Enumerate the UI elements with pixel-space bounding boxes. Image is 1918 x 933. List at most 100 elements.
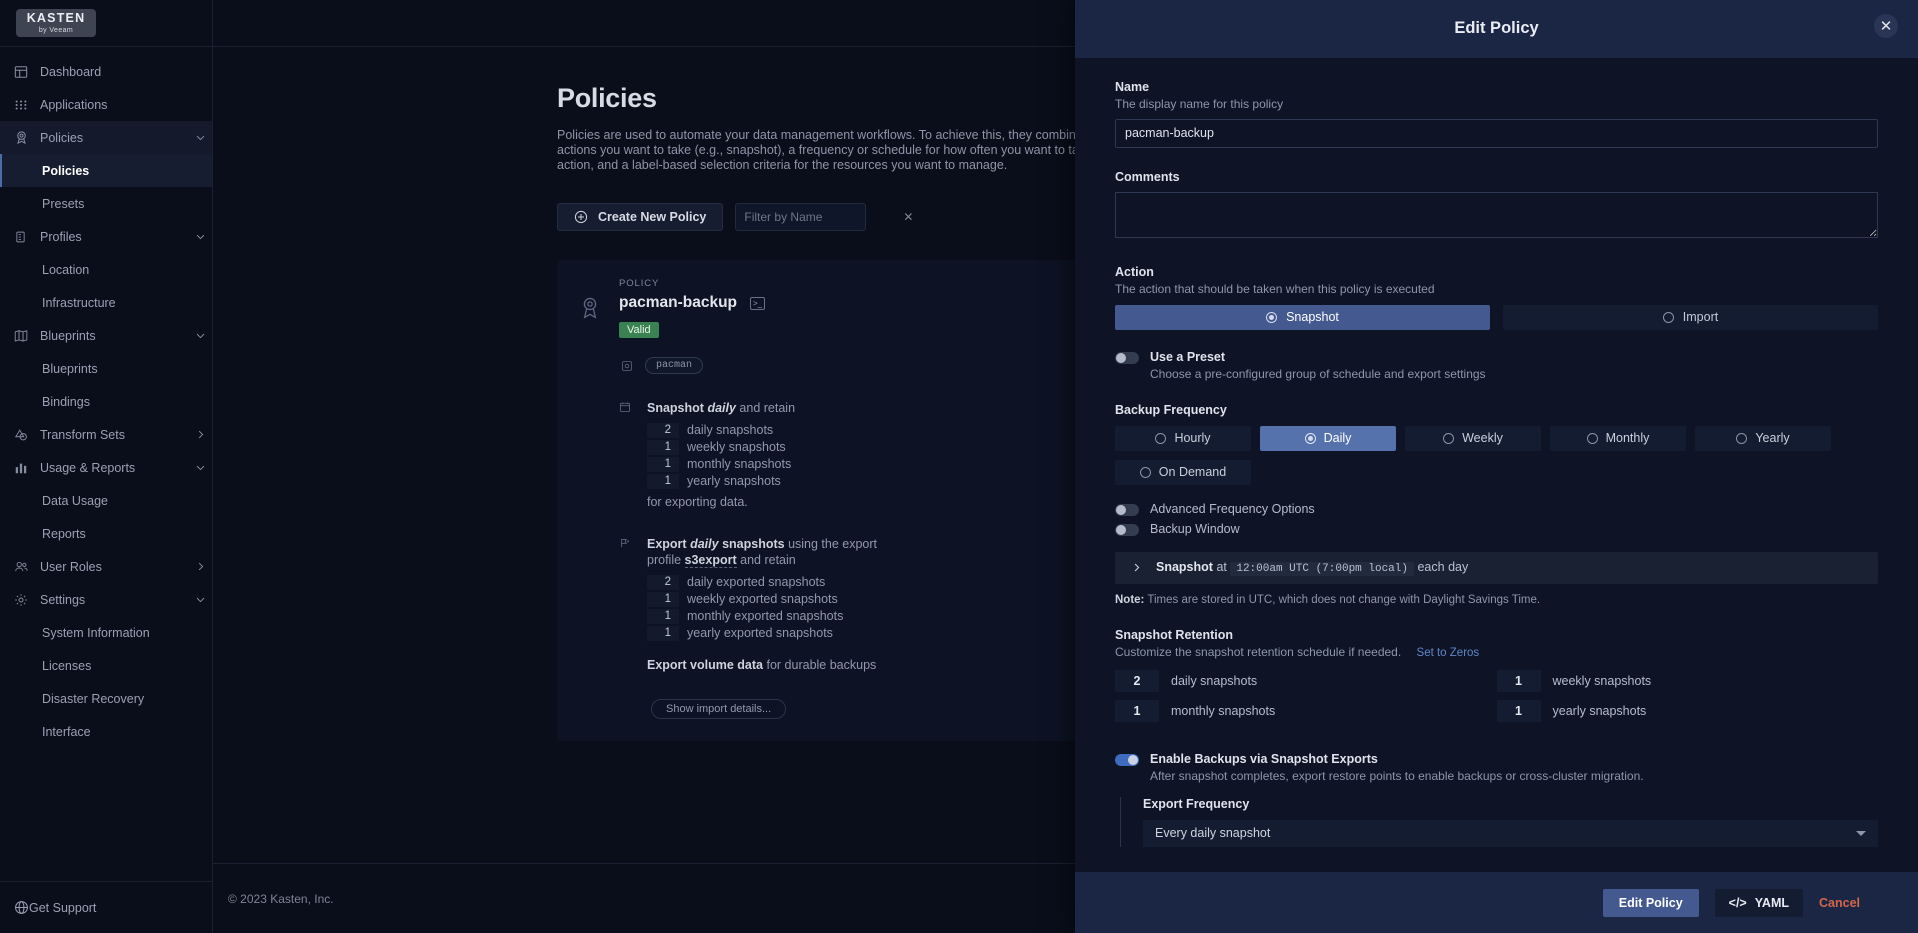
sidebar-item-label: Profiles bbox=[40, 229, 82, 244]
sidebar-item-interface[interactable]: Interface bbox=[0, 715, 212, 748]
get-support-button[interactable]: Get Support bbox=[0, 881, 212, 933]
frequency-option-label: Weekly bbox=[1462, 431, 1503, 446]
sidebar-item-infrastructure[interactable]: Infrastructure bbox=[0, 286, 212, 319]
sidebar-item-user-roles[interactable]: User Roles bbox=[0, 550, 212, 583]
sidebar-item-system-information[interactable]: System Information bbox=[0, 616, 212, 649]
sidebar-item-blueprints-group[interactable]: Blueprints bbox=[0, 319, 212, 352]
export-frequency-select[interactable]: Every daily snapshot bbox=[1143, 819, 1878, 847]
edit-policy-button[interactable]: Edit Policy bbox=[1602, 888, 1699, 917]
advanced-frequency-label: Advanced Frequency Options bbox=[1150, 501, 1315, 516]
snapshot-lead-italic: daily bbox=[707, 401, 736, 415]
retention-input-yearly[interactable] bbox=[1496, 699, 1541, 722]
retain-label: daily snapshots bbox=[687, 423, 774, 437]
radio-icon bbox=[1304, 432, 1316, 444]
retain-label: yearly snapshots bbox=[687, 474, 781, 488]
comments-textarea[interactable] bbox=[1115, 191, 1878, 238]
clear-filter-icon[interactable]: ✕ bbox=[903, 210, 913, 224]
use-preset-label: Use a Preset bbox=[1150, 349, 1226, 364]
name-label: Name bbox=[1115, 79, 1150, 94]
sidebar-item-disaster-recovery[interactable]: Disaster Recovery bbox=[0, 682, 212, 715]
retention-input-daily[interactable] bbox=[1115, 669, 1159, 692]
use-preset-toggle[interactable] bbox=[1115, 351, 1139, 364]
sidebar-item-profiles-group[interactable]: Profiles bbox=[0, 220, 212, 253]
export-lead-bold: Export bbox=[647, 537, 687, 551]
frequency-option-daily[interactable]: Daily bbox=[1260, 425, 1396, 451]
advanced-frequency-toggle[interactable] bbox=[1115, 503, 1139, 516]
sidebar-item-bindings[interactable]: Bindings bbox=[0, 385, 212, 418]
sidebar-item-transform-sets[interactable]: Transform Sets bbox=[0, 418, 212, 451]
backup-window-toggle[interactable] bbox=[1115, 523, 1139, 536]
logo-secondary-text: by Veeam bbox=[38, 26, 74, 34]
sidebar-item-settings-group[interactable]: Settings bbox=[0, 583, 212, 616]
snapshot-lead-tail: and retain bbox=[739, 401, 796, 415]
frequency-option-hourly[interactable]: Hourly bbox=[1115, 425, 1251, 451]
retention-input-weekly[interactable] bbox=[1496, 669, 1541, 692]
list-item: 1 weekly exported snapshots bbox=[647, 591, 897, 607]
logo-primary-text: KASTEN bbox=[26, 11, 86, 26]
sidebar-item-data-usage[interactable]: Data Usage bbox=[0, 484, 212, 517]
sidebar-item-policies-group[interactable]: Policies bbox=[0, 121, 212, 154]
create-new-policy-button[interactable]: Create New Policy bbox=[557, 203, 724, 231]
cancel-button[interactable]: Cancel bbox=[1819, 896, 1860, 910]
export-lead-bold2: snapshots bbox=[722, 537, 785, 551]
schedule-time: 12:00am UTC (7:00pm local) bbox=[1230, 562, 1414, 577]
page-description: Policies are used to automate your data … bbox=[557, 128, 1117, 172]
sidebar-item-blueprints[interactable]: Blueprints bbox=[0, 352, 212, 385]
filter-input[interactable] bbox=[744, 210, 900, 224]
advanced-frequency-row: Advanced Frequency Options bbox=[1115, 502, 1878, 516]
terminal-icon[interactable]: >_ bbox=[750, 296, 766, 310]
yaml-button[interactable]: </> YAML bbox=[1714, 888, 1803, 917]
frequency-option-monthly[interactable]: Monthly bbox=[1550, 425, 1686, 451]
kasten-logo[interactable]: KASTEN by Veeam bbox=[16, 9, 96, 37]
list-item: 1 yearly snapshots bbox=[647, 473, 795, 489]
enable-exports-row: Enable Backups via Snapshot Exports Afte… bbox=[1115, 752, 1878, 783]
export-frequency-label: Export Frequency bbox=[1143, 796, 1250, 811]
drawer-footer: Edit Policy </> YAML Cancel bbox=[1075, 872, 1918, 933]
action-option-import[interactable]: Import bbox=[1503, 304, 1878, 330]
action-option-label: Import bbox=[1682, 310, 1719, 325]
timezone-note: Note: Times are stored in UTC, which doe… bbox=[1115, 594, 1878, 606]
close-icon[interactable]: ✕ bbox=[1874, 14, 1898, 38]
sidebar-item-dashboard[interactable]: Dashboard bbox=[0, 55, 212, 88]
policy-name-input[interactable] bbox=[1115, 118, 1878, 148]
policy-card[interactable]: POLICY pacman-backup >_ Valid pacman Sna… bbox=[557, 260, 1155, 741]
comments-field-group: Comments bbox=[1115, 170, 1878, 243]
frequency-option-on-demand[interactable]: On Demand bbox=[1115, 459, 1251, 485]
retain-count: 1 bbox=[647, 439, 679, 455]
sidebar-item-policies[interactable]: Policies bbox=[0, 154, 212, 187]
frequency-option-label: On Demand bbox=[1158, 465, 1227, 480]
chevron-down-icon bbox=[188, 330, 212, 341]
ribbon-icon bbox=[14, 130, 40, 145]
schedule-summary[interactable]: Snapshot at 12:00am UTC (7:00pm local) e… bbox=[1115, 551, 1878, 584]
sidebar-item-usage-reports-group[interactable]: Usage & Reports bbox=[0, 451, 212, 484]
sidebar-item-applications[interactable]: Applications bbox=[0, 88, 212, 121]
retain-label: weekly exported snapshots bbox=[687, 592, 838, 606]
chevron-right-icon[interactable] bbox=[1131, 562, 1142, 573]
radio-icon bbox=[1443, 432, 1455, 444]
enable-exports-toggle[interactable] bbox=[1115, 753, 1139, 766]
set-to-zeros-link[interactable]: Set to Zeros bbox=[1417, 647, 1480, 659]
sidebar-item-presets[interactable]: Presets bbox=[0, 187, 212, 220]
calendar-icon bbox=[619, 400, 635, 510]
frequency-option-weekly[interactable]: Weekly bbox=[1405, 425, 1541, 451]
retention-input-monthly[interactable] bbox=[1115, 699, 1159, 722]
sidebar-item-label: Policies bbox=[42, 163, 90, 178]
sidebar-item-reports[interactable]: Reports bbox=[0, 517, 212, 550]
sidebar-item-label: Dashboard bbox=[40, 64, 102, 79]
gear-icon bbox=[14, 593, 40, 607]
snapshot-lead-bold: Snapshot bbox=[647, 401, 704, 415]
show-import-details-button[interactable]: Show import details... bbox=[651, 699, 787, 719]
drawer-body[interactable]: Name The display name for this policy Co… bbox=[1075, 58, 1918, 872]
drawer-title: Edit Policy bbox=[1454, 19, 1539, 38]
radio-icon bbox=[1662, 311, 1674, 323]
name-help: The display name for this policy bbox=[1115, 96, 1284, 111]
retention-label-monthly: monthly snapshots bbox=[1171, 703, 1276, 718]
export-profile-name[interactable]: s3export bbox=[684, 553, 737, 568]
action-option-snapshot[interactable]: Snapshot bbox=[1115, 304, 1490, 330]
sidebar-item-licenses[interactable]: Licenses bbox=[0, 649, 212, 682]
frequency-option-yearly[interactable]: Yearly bbox=[1695, 425, 1831, 451]
sidebar-item-location[interactable]: Location bbox=[0, 253, 212, 286]
export-flag-icon bbox=[619, 536, 635, 673]
export-retention-list: 2 daily exported snapshots 1 weekly expo… bbox=[647, 574, 897, 641]
note-bold: Note: bbox=[1115, 593, 1145, 606]
